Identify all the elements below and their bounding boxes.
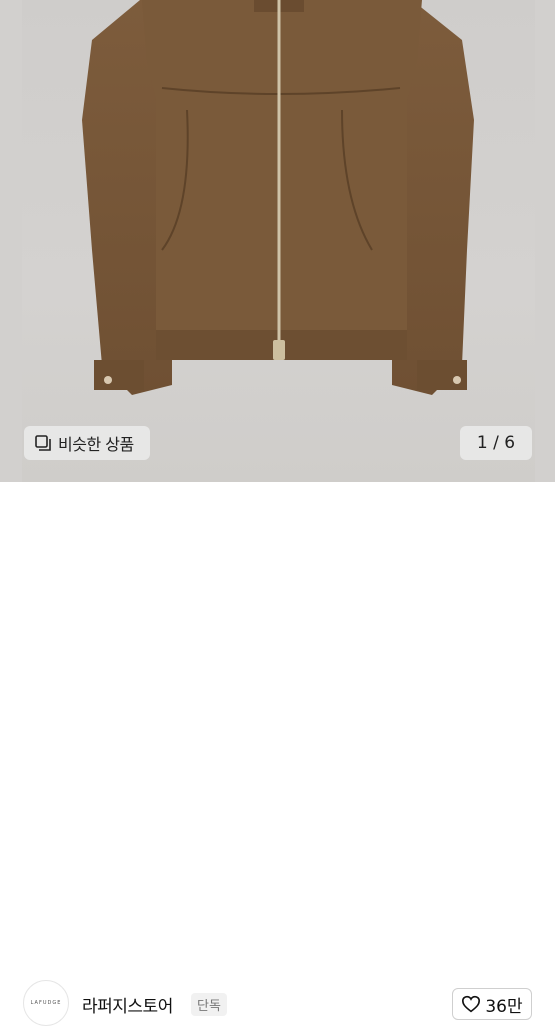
similar-items-icon: [35, 435, 51, 451]
exclusive-badge: 단독: [191, 993, 227, 1016]
heart-icon: [462, 995, 481, 1013]
store-avatar[interactable]: LAFUDGE: [23, 980, 69, 1026]
product-photo-jacket: [82, 0, 474, 395]
image-counter: 1 / 6: [460, 426, 532, 460]
like-count: 36만: [485, 996, 523, 1017]
similar-items-button[interactable]: 비슷한 상품: [24, 426, 150, 460]
like-button[interactable]: 36만: [452, 988, 532, 1020]
store-name[interactable]: 라퍼지스토어: [82, 992, 173, 1017]
store-info-bar: LAFUDGE 라퍼지스토어 단독 36만: [0, 482, 555, 1026]
similar-items-label: 비슷한 상품: [58, 435, 134, 454]
store-logo-text: LAFUDGE: [30, 1000, 62, 1006]
product-image-carousel[interactable]: 비슷한 상품 1 / 6: [0, 0, 555, 482]
